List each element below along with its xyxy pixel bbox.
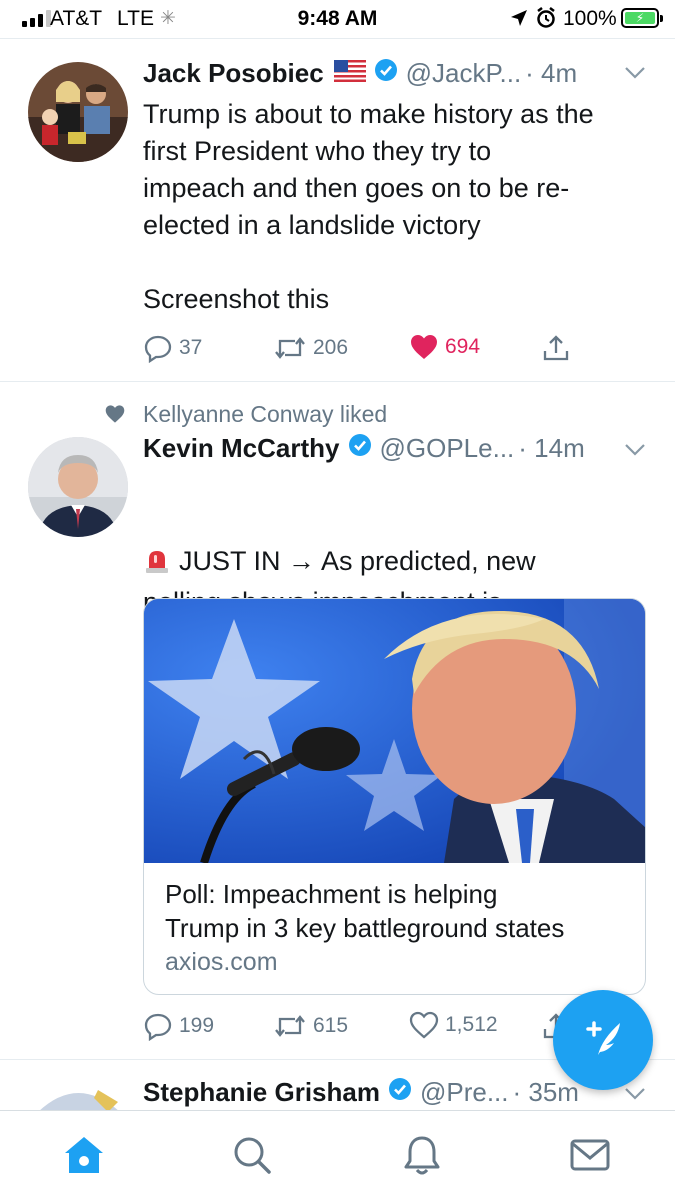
reply-count: 37 — [179, 336, 203, 359]
bell-icon — [402, 1134, 442, 1181]
verified-badge-icon — [374, 58, 398, 89]
location-arrow-icon — [510, 9, 528, 33]
home-icon — [63, 1135, 105, 1180]
divider — [0, 381, 675, 382]
card-image — [144, 599, 645, 865]
tab-search[interactable] — [230, 1135, 274, 1179]
card-title: Poll: Impeachment is helping Trump in 3 … — [165, 879, 565, 943]
tweet-header: Jack Posobiec @JackP... · 4m — [143, 58, 577, 89]
chevron-down-icon[interactable] — [624, 1087, 646, 1106]
like-button[interactable]: 694 — [409, 333, 480, 361]
avatar[interactable] — [28, 62, 128, 162]
tweet-header: Kevin McCarthy @GOPLe... · 14m — [143, 433, 585, 464]
author-handle[interactable]: @GOPLe... — [380, 433, 515, 464]
battery-percent: 100% — [563, 7, 617, 30]
alarm-icon — [536, 7, 556, 35]
mail-icon — [569, 1138, 611, 1177]
compose-tweet-button[interactable] — [553, 990, 653, 1090]
liked-heart-icon — [104, 404, 126, 429]
retweet-count: 206 — [313, 336, 349, 359]
author-name[interactable]: Stephanie Grisham — [143, 1077, 380, 1108]
share-button[interactable] — [541, 333, 571, 363]
avatar[interactable] — [28, 1080, 128, 1112]
retweet-button[interactable]: 206 — [273, 333, 348, 363]
us-flag-icon — [333, 58, 366, 89]
author-handle[interactable]: @Pre... — [420, 1077, 509, 1108]
battery-charging-icon: ⚡ — [621, 8, 663, 28]
search-icon — [232, 1135, 272, 1180]
status-bar: AT&T LTE ✳ 9:48 AM 100% ⚡ — [0, 0, 675, 36]
chevron-down-icon[interactable] — [624, 66, 646, 85]
bottom-tab-bar — [0, 1110, 675, 1200]
compose-feather-icon — [580, 1015, 626, 1066]
tweet-time: · 35m — [512, 1077, 579, 1107]
divider — [0, 38, 675, 39]
reply-button[interactable]: 37 — [143, 333, 202, 363]
social-context[interactable]: Kellyanne Conway liked — [143, 401, 387, 428]
tweet-actions: 37 206 694 — [143, 333, 643, 367]
verified-badge-icon — [348, 433, 372, 464]
reply-count: 199 — [179, 1014, 215, 1037]
tweet-time: · 14m — [518, 433, 585, 463]
tab-notifications[interactable] — [400, 1135, 444, 1179]
retweet-button[interactable]: 615 — [273, 1011, 348, 1041]
tweet-text-prefix: JUST IN → — [179, 546, 316, 576]
avatar[interactable] — [28, 437, 128, 537]
card-domain: axios.com — [165, 948, 278, 976]
author-handle[interactable]: @JackP... — [406, 58, 522, 89]
verified-badge-icon — [388, 1077, 412, 1108]
link-card[interactable]: Poll: Impeachment is helping Trump in 3 … — [143, 598, 646, 995]
tweet-text: Trump is about to make history as the fi… — [143, 99, 594, 314]
tweet-header: Stephanie Grisham @Pre... · 35m — [143, 1077, 579, 1108]
tab-home[interactable] — [62, 1135, 106, 1179]
like-count: 694 — [445, 335, 481, 358]
tweet-time: · 4m — [525, 58, 578, 88]
author-name[interactable]: Kevin McCarthy — [143, 433, 340, 464]
like-count: 1,512 — [445, 1013, 498, 1036]
author-name[interactable]: Jack Posobiec — [143, 58, 324, 89]
siren-icon — [143, 509, 171, 584]
chevron-down-icon[interactable] — [624, 443, 646, 462]
tab-messages[interactable] — [568, 1135, 612, 1179]
retweet-count: 615 — [313, 1014, 349, 1037]
like-button[interactable]: 1,512 — [409, 1011, 498, 1039]
reply-button[interactable]: 199 — [143, 1011, 214, 1041]
